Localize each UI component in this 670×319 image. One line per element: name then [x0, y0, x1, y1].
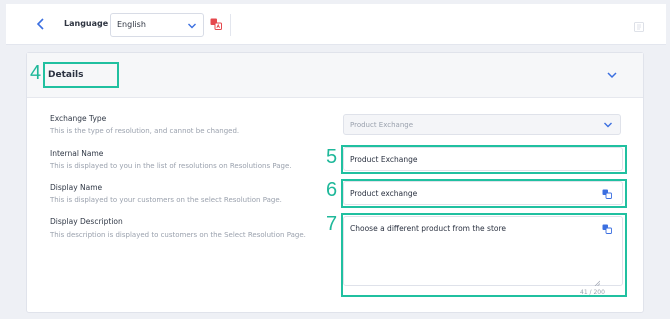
chevron-down-icon [604, 122, 612, 128]
chevron-down-icon [188, 23, 196, 29]
section-title: Details [48, 70, 84, 80]
annotation-number-5: 5 [326, 146, 338, 168]
language-label: Language [64, 19, 109, 28]
display-name-description: This is displayed to your customers on t… [50, 196, 282, 204]
language-select-value: English [117, 20, 146, 29]
translate-icon[interactable] [210, 18, 222, 30]
highlight-box-display-name [341, 179, 627, 208]
chevron-left-icon[interactable] [34, 17, 48, 31]
details-header[interactable] [27, 53, 643, 98]
exchange-type-description: This is the type of resolution, and cann… [50, 127, 240, 135]
annotation-number-7: 7 [326, 213, 338, 235]
annotation-number-4: 4 [30, 62, 42, 84]
highlight-box-display-description [341, 213, 627, 297]
chevron-down-icon[interactable] [606, 69, 618, 81]
exchange-type-select: Product Exchange [343, 114, 621, 135]
exchange-type-label: Exchange Type [50, 114, 107, 123]
display-name-label: Display Name [50, 183, 103, 192]
internal-name-label: Internal Name [50, 149, 104, 158]
display-description-label: Display Description [50, 217, 123, 226]
toolbar-divider [230, 14, 231, 36]
exchange-type-value: Product Exchange [350, 121, 414, 129]
internal-name-description: This is displayed to you in the list of … [50, 162, 292, 170]
language-select[interactable]: English [110, 13, 204, 37]
translate-disabled-icon [634, 22, 644, 32]
annotation-number-6: 6 [326, 179, 338, 201]
top-bar: Language English [6, 4, 666, 45]
highlight-box-internal-name [341, 145, 627, 174]
display-description-description: This description is displayed to custome… [50, 231, 306, 239]
